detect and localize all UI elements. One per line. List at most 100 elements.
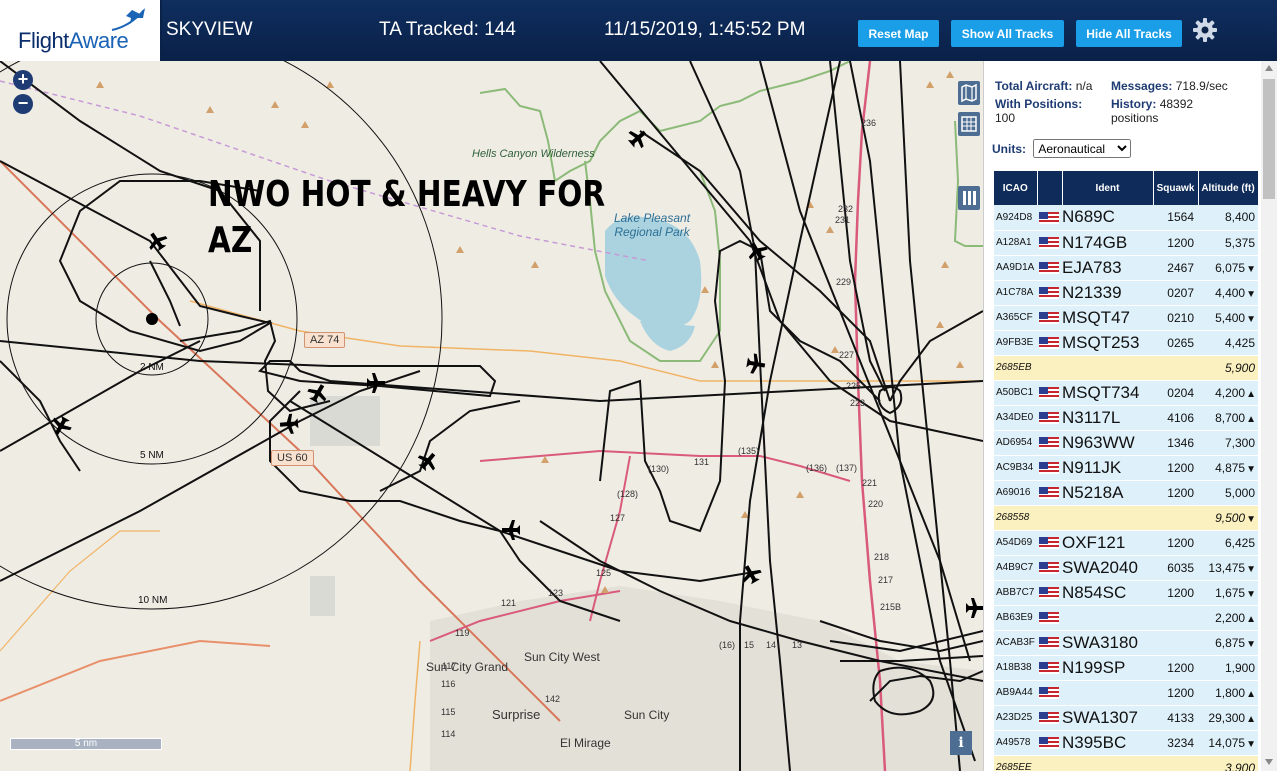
table-row[interactable]: A128A1 N174GB 1200 5,375 <box>994 230 1258 256</box>
road-number: 119 <box>455 628 470 638</box>
table-row[interactable]: AA9D1A EJA783 2467 6,075▼ <box>994 255 1258 281</box>
table-row[interactable]: A34DE0 N3117L 4106 8,700▲ <box>994 405 1258 431</box>
us-flag-icon <box>1039 612 1059 625</box>
messages-label: Messages: <box>1111 79 1173 93</box>
table-row[interactable]: AD6954 N963WW 1346 7,300 <box>994 430 1258 456</box>
aircraft-table-body: A924D8 N689C 1564 8,400 A128A1 N174GB 1200 5,37… <box>994 205 1258 771</box>
ring-label-5nm: 5 NM <box>140 450 164 461</box>
ring-label-10nm: 10 NM <box>138 595 168 606</box>
cell-altitude: 8,400 <box>1198 205 1258 231</box>
us-flag-icon <box>1039 312 1059 325</box>
col-header-ident[interactable]: Ident <box>1062 171 1154 205</box>
cell-altitude: 7,300 <box>1198 430 1258 456</box>
cell-ident: N199SP <box>1062 655 1153 681</box>
cell-squawk: 3234 <box>1153 730 1198 756</box>
units-select[interactable]: Aeronautical <box>1033 139 1132 158</box>
cell-icao: A924D8 <box>994 205 1037 231</box>
table-row[interactable]: A365CF MSQT47 0210 5,400▼ <box>994 305 1258 331</box>
table-row[interactable]: AB63E9 2,200▲ <box>994 605 1258 631</box>
col-header-altitude[interactable]: Altitude (ft) <box>1198 171 1259 205</box>
cell-flag <box>1037 705 1062 731</box>
layers-icon[interactable] <box>958 81 980 105</box>
cell-flag <box>1037 455 1062 481</box>
altitude-value: 1,900 <box>1224 660 1255 675</box>
cell-flag <box>1037 630 1062 656</box>
with-positions-value: 100 <box>995 111 1016 125</box>
us-flag-icon <box>1039 212 1059 225</box>
cell-altitude: 5,400▼ <box>1198 305 1258 331</box>
altitude-trend-icon: ▲ <box>1246 388 1256 400</box>
zoom-in-icon[interactable]: + <box>13 70 33 90</box>
table-row[interactable]: A69016 N5218A 1200 5,000 <box>994 480 1258 506</box>
sidebar-scrollbar[interactable] <box>1261 61 1277 771</box>
road-number: (16) <box>719 640 736 650</box>
scroll-up-arrow-icon[interactable] <box>1265 65 1273 71</box>
cell-squawk: 1200 <box>1153 480 1198 506</box>
table-row[interactable]: A23D25 SWA1307 4133 29,300▲ <box>994 705 1258 731</box>
us-flag-icon <box>1039 412 1059 425</box>
altitude-value: 5,000 <box>1224 485 1255 500</box>
table-row[interactable]: 2685EB 5,900 <box>994 355 1258 381</box>
reset-map-button[interactable]: Reset Map <box>858 20 939 47</box>
us-flag-icon <box>1039 662 1059 675</box>
us-flag-icon <box>1039 337 1059 350</box>
grid-icon[interactable] <box>958 112 980 136</box>
road-number: 115 <box>441 707 456 717</box>
info-icon[interactable]: i <box>950 731 972 755</box>
altitude-value: 6,425 <box>1224 535 1255 550</box>
cell-altitude: 6,875▼ <box>1198 630 1258 656</box>
cell-altitude: 4,425 <box>1198 330 1258 356</box>
columns-icon[interactable] <box>958 186 980 210</box>
table-row[interactable]: 268558 9,500▼ <box>994 505 1258 531</box>
us-flag-icon <box>1039 437 1059 450</box>
altitude-trend-icon: ▼ <box>1246 638 1256 650</box>
table-row[interactable]: A4B9C7 SWA2040 6035 13,475▼ <box>994 555 1258 581</box>
cell-ident: SWA1307 <box>1062 705 1153 731</box>
altitude-trend-icon: ▲ <box>1246 613 1256 625</box>
altitude-trend-icon: ▼ <box>1246 563 1256 575</box>
map-view[interactable]: NWO HOT & HEAVY FOR AZ + − Hells Canyon … <box>0 61 983 771</box>
cell-squawk: 2467 <box>1153 255 1198 281</box>
skyview-app: FlightAware SKYVIEW TA Tracked: 144 11/1… <box>0 0 1277 771</box>
us-flag-icon <box>1039 262 1059 275</box>
cell-altitude: 13,475▼ <box>1198 555 1258 581</box>
table-row[interactable]: A54D69 OXF121 1200 6,425 <box>994 530 1258 556</box>
col-header-flag[interactable] <box>1037 171 1063 205</box>
cell-icao: A54D69 <box>994 530 1037 556</box>
table-row[interactable]: AC9B34 N911JK 1200 4,875▼ <box>994 455 1258 481</box>
scroll-down-arrow-icon[interactable] <box>1265 759 1273 765</box>
show-all-tracks-button[interactable]: Show All Tracks <box>951 20 1064 47</box>
altitude-value: 13,475 <box>1208 560 1246 575</box>
scroll-thumb[interactable] <box>1263 79 1275 199</box>
flightaware-logo[interactable]: FlightAware <box>0 0 162 61</box>
units-label: Units: <box>992 141 1026 156</box>
scale-bar: 5 nm <box>10 738 162 750</box>
cell-ident: N395BC <box>1062 730 1153 756</box>
cell-icao: ABB7C7 <box>994 580 1037 606</box>
table-row[interactable]: ABB7C7 N854SC 1200 1,675▼ <box>994 580 1258 606</box>
table-row[interactable]: A1C78A N21339 0207 4,400▼ <box>994 280 1258 306</box>
table-row[interactable]: A9FB3E MSQT253 0265 4,425 <box>994 330 1258 356</box>
cell-squawk: 1200 <box>1153 530 1198 556</box>
cell-ident: SWA3180 <box>1062 630 1153 656</box>
cell-altitude: 5,000 <box>1198 480 1258 506</box>
table-row[interactable]: 2685EE 3,900 <box>994 755 1258 771</box>
hide-all-tracks-button[interactable]: Hide All Tracks <box>1076 20 1182 47</box>
table-row[interactable]: A18B38 N199SP 1200 1,900 <box>994 655 1258 681</box>
road-number: 220 <box>868 499 884 509</box>
table-row[interactable]: ACAB3F SWA3180 6,875▼ <box>994 630 1258 656</box>
table-row[interactable]: A924D8 N689C 1564 8,400 <box>994 205 1258 231</box>
cell-squawk: 6035 <box>1153 555 1198 581</box>
cell-ident <box>1062 605 1153 631</box>
altitude-value: 29,300 <box>1208 710 1246 725</box>
col-header-icao[interactable]: ICAO <box>994 171 1038 205</box>
gear-icon[interactable] <box>1193 18 1217 42</box>
col-header-squawk[interactable]: Squawk <box>1153 171 1199 205</box>
table-row[interactable]: A49578 N395BC 3234 14,075▼ <box>994 730 1258 756</box>
table-row[interactable]: AB9A44 1200 1,800▲ <box>994 680 1258 706</box>
cell-ident: EJA783 <box>1062 255 1153 281</box>
cell-icao: AD6954 <box>994 430 1037 456</box>
cell-icao: A1C78A <box>994 280 1037 306</box>
table-row[interactable]: A50BC1 MSQT734 0204 4,200▲ <box>994 380 1258 406</box>
zoom-out-icon[interactable]: − <box>13 94 33 114</box>
